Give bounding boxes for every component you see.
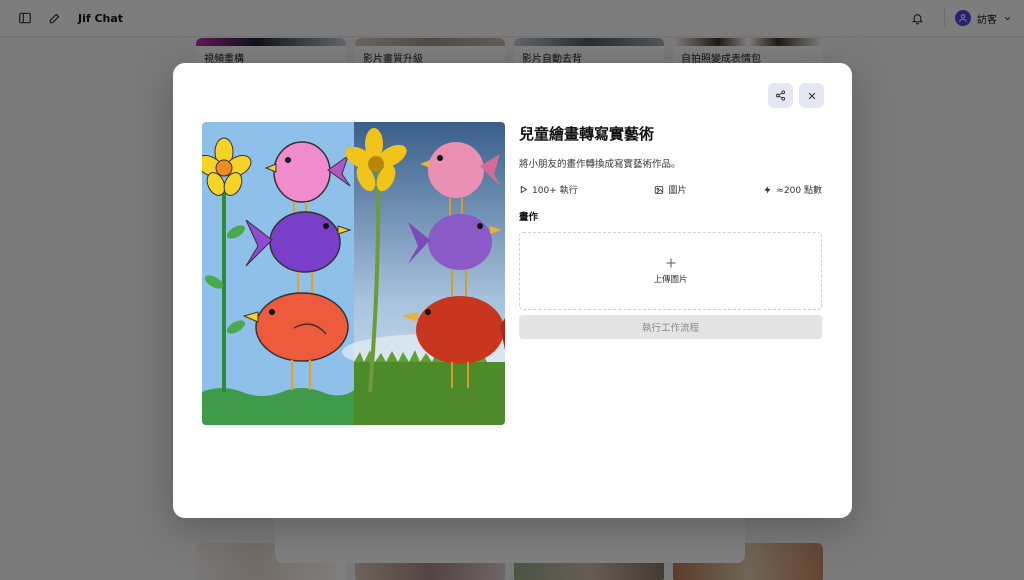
- close-icon: [808, 92, 815, 99]
- output-type-text: 圖片: [668, 186, 687, 196]
- workflow-title: 兒童繪畫轉寫實藝術: [519, 125, 655, 143]
- play-icon: [520, 185, 528, 194]
- birds-illustration: [202, 122, 505, 425]
- workflow-description: 將小朋友的畫作轉換成寫實藝術作品。: [519, 159, 681, 170]
- workflow-details: 兒童繪畫轉寫實藝術 將小朋友的畫作轉換成寫實藝術作品。 100+ 執行 圖片 ≈…: [519, 122, 822, 339]
- credit-cost-text: ≈200 點數: [776, 186, 822, 196]
- credit-cost: ≈200 點數: [763, 183, 822, 196]
- output-type: 圖片: [654, 183, 687, 196]
- field-label: 畫作: [519, 212, 539, 223]
- share-button[interactable]: [768, 83, 793, 108]
- upload-label: 上傳圖片: [653, 275, 688, 285]
- share-icon: [775, 90, 786, 101]
- runs-count: 100+ 執行: [519, 183, 578, 196]
- workflow-preview-image: [202, 122, 505, 425]
- workflow-meta: 100+ 執行 圖片 ≈200 點數: [519, 183, 822, 196]
- close-button[interactable]: [799, 83, 824, 108]
- workflow-modal: 兒童繪畫轉寫實藝術 將小朋友的畫作轉換成寫實藝術作品。 100+ 執行 圖片 ≈…: [173, 63, 852, 518]
- bolt-icon: [764, 185, 771, 194]
- image-upload-dropzone[interactable]: 上傳圖片: [519, 232, 822, 310]
- runs-text: 100+ 執行: [532, 186, 578, 196]
- run-workflow-button[interactable]: 執行工作流程: [519, 315, 822, 339]
- plus-icon: [666, 258, 675, 268]
- image-icon: [655, 185, 664, 194]
